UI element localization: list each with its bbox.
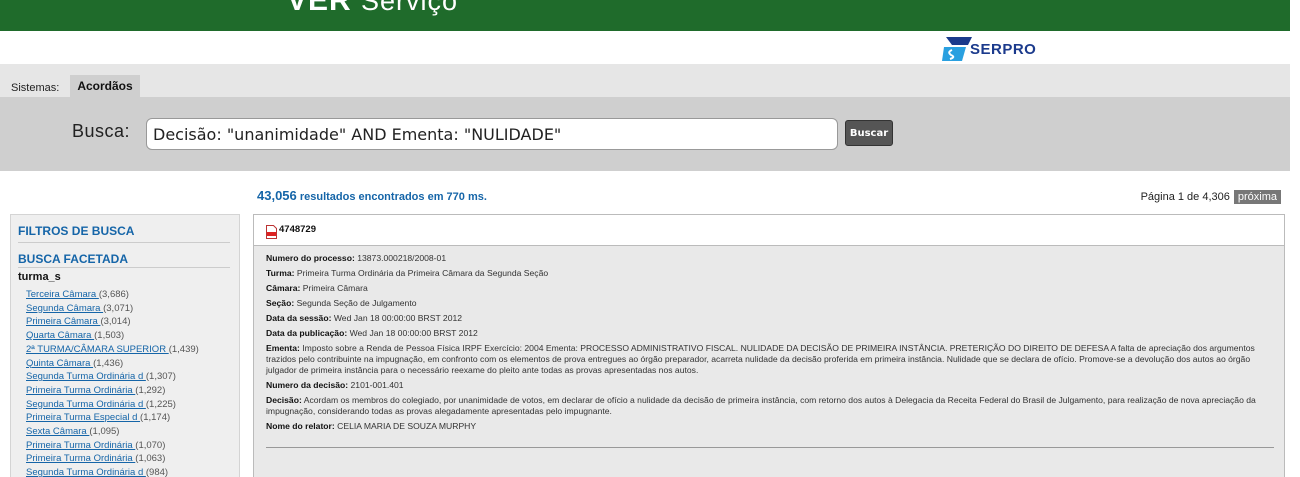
serpro-s-icon bbox=[942, 37, 972, 61]
facet-item: Terceira Câmara (3,686) bbox=[26, 288, 199, 302]
facet-link[interactable]: Primeira Turma Especial d bbox=[26, 412, 140, 423]
facet-item: Quarta Câmara (1,503) bbox=[26, 329, 199, 343]
facet-count: (1,292) bbox=[135, 384, 166, 396]
facet-item: Primeira Turma Ordinária (1,292) bbox=[26, 384, 199, 398]
facet-list: Terceira Câmara (3,686) Segunda Câmara (… bbox=[26, 288, 199, 477]
field-numero-processo: Numero do processo: 13873.000218/2008-01 bbox=[266, 253, 447, 263]
facet-count: (1,095) bbox=[89, 426, 120, 438]
result-card: 4748729 Numero do processo: 13873.000218… bbox=[253, 214, 1285, 477]
result-id[interactable]: 4748729 bbox=[279, 224, 316, 235]
next-page-button[interactable]: próxima bbox=[1233, 190, 1281, 204]
systems-label: Sistemas: bbox=[11, 82, 60, 94]
facet-link[interactable]: Primeira Câmara bbox=[26, 316, 100, 327]
result-header: 4748729 bbox=[254, 215, 1284, 246]
field-decisao: Decisão: Acordam os membros do colegiado… bbox=[266, 395, 1256, 416]
sidebar: FILTROS DE BUSCA BUSCA FACETADA turma_s … bbox=[10, 214, 240, 477]
facet-item: Segunda Turma Ordinária d (1,307) bbox=[26, 370, 199, 384]
facet-link[interactable]: Segunda Turma Ordinária d bbox=[26, 399, 146, 410]
divider bbox=[18, 267, 230, 268]
facet-item: Sexta Câmara (1,095) bbox=[26, 425, 199, 439]
facet-link[interactable]: Terceira Câmara bbox=[26, 289, 99, 300]
results-number: 43,056 bbox=[257, 188, 297, 203]
search-input[interactable] bbox=[146, 118, 838, 150]
facet-link[interactable]: Segunda Turma Ordinária d bbox=[26, 371, 146, 382]
search-button[interactable]: Buscar bbox=[845, 120, 893, 146]
field-data-sessao: Data da sessão: Wed Jan 18 00:00:00 BRST… bbox=[266, 313, 463, 323]
top-banner: VER Serviço bbox=[0, 0, 1290, 31]
facet-link[interactable]: Quinta Câmara bbox=[26, 358, 93, 369]
facet-count: (3,014) bbox=[100, 316, 131, 328]
filters-title: FILTROS DE BUSCA bbox=[18, 224, 135, 238]
facet-count: (1,307) bbox=[145, 371, 176, 383]
field-ementa: Ementa: Imposto sobre a Renda de Pessoa … bbox=[266, 343, 1255, 375]
facet-link[interactable]: Sexta Câmara bbox=[26, 426, 89, 437]
logo-row: SERPRO bbox=[0, 31, 1290, 64]
facet-link[interactable]: Primeira Turma Ordinária bbox=[26, 453, 135, 464]
pager: Página 1 de 4,306 próxima bbox=[1141, 190, 1281, 204]
facet-link[interactable]: Quarta Câmara bbox=[26, 330, 94, 341]
brand-logo: VER Serviço bbox=[287, 0, 459, 17]
facet-link[interactable]: Segunda Câmara bbox=[26, 303, 103, 314]
field-numero-decisao: Numero da decisão: 2101-001.401 bbox=[266, 380, 404, 390]
search-label: Busca: bbox=[72, 121, 131, 141]
facet-link[interactable]: Primeira Turma Ordinária bbox=[26, 385, 135, 396]
field-turma: Turma: Primeira Turma Ordinária da Prime… bbox=[266, 268, 549, 278]
facet-count: (1,503) bbox=[94, 330, 125, 342]
facet-item: Segunda Câmara (3,071) bbox=[26, 302, 199, 316]
page-indicator: Página 1 de 4,306 bbox=[1140, 191, 1230, 203]
facet-item: Segunda Turma Ordinária d (984) bbox=[26, 466, 199, 477]
facet-count: (1,439) bbox=[168, 343, 199, 355]
facet-item: Primeira Turma Especial d (1,174) bbox=[26, 411, 199, 425]
facet-count: (1,436) bbox=[93, 357, 124, 369]
result-body: Numero do processo: 13873.000218/2008-01… bbox=[266, 253, 1276, 436]
facet-item: 2ª TURMA/CÂMARA SUPERIOR (1,439) bbox=[26, 343, 199, 357]
facet-item: Primeira Câmara (3,014) bbox=[26, 315, 199, 329]
facet-count: (984) bbox=[145, 467, 169, 477]
field-data-publicacao: Data da publicação: Wed Jan 18 00:00:00 … bbox=[266, 328, 478, 338]
facet-link[interactable]: Segunda Turma Ordinária d bbox=[26, 467, 146, 477]
divider bbox=[18, 242, 230, 243]
field-secao: Seção: Segunda Seção de Julgamento bbox=[266, 298, 417, 308]
facet-count: (3,686) bbox=[98, 289, 129, 300]
facet-count: (3,071) bbox=[103, 302, 134, 314]
pdf-icon[interactable] bbox=[266, 225, 277, 239]
facet-item: Quinta Câmara (1,436) bbox=[26, 357, 199, 371]
facet-count: (1,063) bbox=[135, 453, 166, 465]
facet-item: Primeira Turma Ordinária (1,070) bbox=[26, 439, 199, 453]
facet-link[interactable]: Primeira Turma Ordinária bbox=[26, 440, 135, 451]
facet-item: Primeira Turma Ordinária (1,063) bbox=[26, 452, 199, 466]
faceted-title: BUSCA FACETADA bbox=[18, 252, 128, 266]
serpro-logo: SERPRO bbox=[942, 37, 1036, 61]
field-camara: Câmara: Primeira Câmara bbox=[266, 283, 368, 293]
results-count: 43,056 resultados encontrados em 770 ms. bbox=[257, 188, 487, 203]
facet-count: (1,174) bbox=[140, 412, 171, 424]
facet-count: (1,225) bbox=[145, 398, 176, 410]
systems-bar: Sistemas: Acordãos bbox=[0, 64, 1290, 97]
divider bbox=[266, 447, 1274, 448]
facet-item: Segunda Turma Ordinária d (1,225) bbox=[26, 398, 199, 412]
facet-link[interactable]: 2ª TURMA/CÂMARA SUPERIOR bbox=[26, 344, 169, 355]
results-suffix: resultados encontrados em 770 ms. bbox=[299, 191, 487, 203]
facet-count: (1,070) bbox=[135, 439, 166, 451]
search-bar: Busca: Buscar bbox=[0, 97, 1290, 171]
facet-field-name: turma_s bbox=[18, 271, 61, 283]
tab-acordaos[interactable]: Acordãos bbox=[70, 75, 140, 97]
field-relator: Nome do relator: CELIA MARIA DE SOUZA MU… bbox=[266, 421, 477, 431]
